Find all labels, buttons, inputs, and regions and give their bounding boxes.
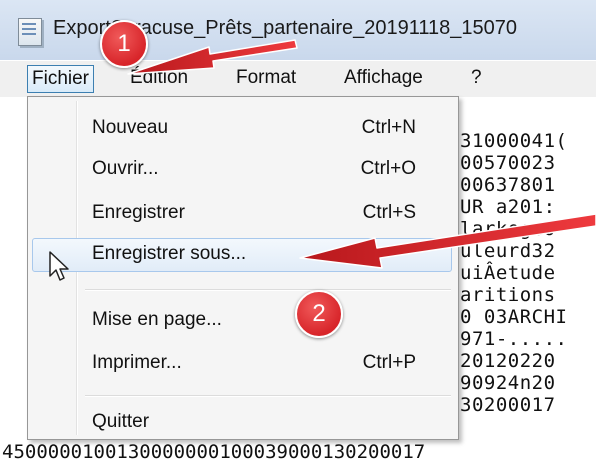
annotation-arrows [127,39,596,269]
step-2-badge: 2 [295,290,343,338]
step-1-badge: 1 [100,20,148,68]
arrow-to-enregistrer-sous-icon [299,213,596,269]
arrow-to-fichier-icon [127,39,298,75]
